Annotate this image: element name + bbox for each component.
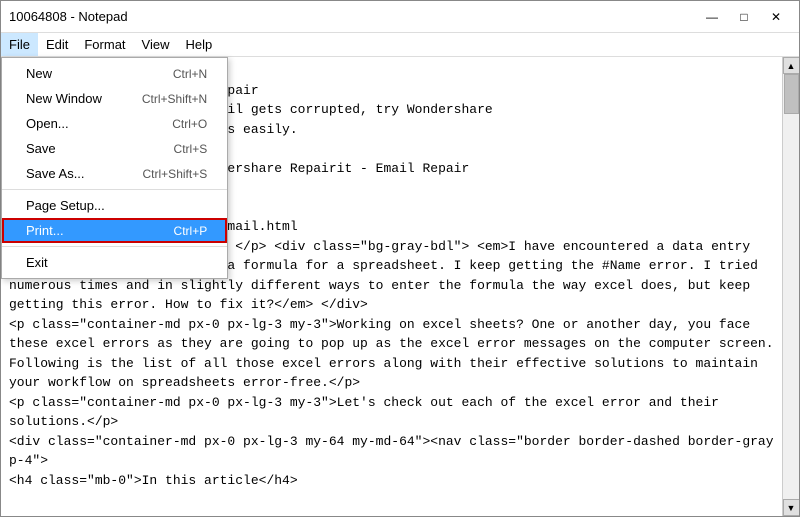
menu-item-save-as-shortcut: Ctrl+Shift+S xyxy=(143,167,208,181)
menu-item-open[interactable]: Open... Ctrl+O xyxy=(2,111,227,136)
scrollbar-track[interactable] xyxy=(783,74,799,499)
menu-bar: File Edit Format View Help New Ctrl+N Ne… xyxy=(1,33,799,57)
minimize-button[interactable]: — xyxy=(697,7,727,27)
scrollbar-down-button[interactable]: ▼ xyxy=(783,499,800,516)
separator-2 xyxy=(2,246,227,247)
menu-item-save-shortcut: Ctrl+S xyxy=(174,142,208,156)
menu-item-print-shortcut: Ctrl+P xyxy=(174,224,208,238)
menu-item-new-label: New xyxy=(26,66,52,81)
scrollbar-thumb[interactable] xyxy=(784,74,799,114)
menu-file[interactable]: File xyxy=(1,33,38,56)
menu-item-save-as[interactable]: Save As... Ctrl+Shift+S xyxy=(2,161,227,186)
menu-item-new[interactable]: New Ctrl+N xyxy=(2,61,227,86)
menu-view[interactable]: View xyxy=(134,33,178,56)
menu-item-exit[interactable]: Exit xyxy=(2,250,227,275)
menu-item-save[interactable]: Save Ctrl+S xyxy=(2,136,227,161)
menu-item-page-setup[interactable]: Page Setup... xyxy=(2,193,227,218)
scrollbar-up-button[interactable]: ▲ xyxy=(783,57,800,74)
menu-item-print-label: Print... xyxy=(26,223,64,238)
menu-item-exit-label: Exit xyxy=(26,255,48,270)
menu-item-open-shortcut: Ctrl+O xyxy=(172,117,207,131)
file-dropdown-overlay: New Ctrl+N New Window Ctrl+Shift+N Open.… xyxy=(1,57,228,279)
menu-item-page-setup-label: Page Setup... xyxy=(26,198,105,213)
menu-edit[interactable]: Edit xyxy=(38,33,76,56)
menu-item-new-window-shortcut: Ctrl+Shift+N xyxy=(142,92,207,106)
scrollbar: ▲ ▼ xyxy=(782,57,799,516)
menu-item-new-window-label: New Window xyxy=(26,91,102,106)
file-dropdown: New Ctrl+N New Window Ctrl+Shift+N Open.… xyxy=(1,57,228,279)
menu-item-new-shortcut: Ctrl+N xyxy=(173,67,207,81)
main-window: 10064808 - Notepad — □ ✕ File Edit Forma… xyxy=(0,0,800,517)
menu-item-open-label: Open... xyxy=(26,116,69,131)
title-bar: 10064808 - Notepad — □ ✕ xyxy=(1,1,799,33)
window-controls: — □ ✕ xyxy=(697,7,791,27)
maximize-button[interactable]: □ xyxy=(729,7,759,27)
menu-item-print[interactable]: Print... Ctrl+P xyxy=(2,218,227,243)
menu-format[interactable]: Format xyxy=(76,33,133,56)
window-title: 10064808 - Notepad xyxy=(9,9,128,24)
menu-item-save-label: Save xyxy=(26,141,56,156)
menu-item-new-window[interactable]: New Window Ctrl+Shift+N xyxy=(2,86,227,111)
close-button[interactable]: ✕ xyxy=(761,7,791,27)
menu-item-save-as-label: Save As... xyxy=(26,166,85,181)
menu-help[interactable]: Help xyxy=(177,33,220,56)
separator-1 xyxy=(2,189,227,190)
